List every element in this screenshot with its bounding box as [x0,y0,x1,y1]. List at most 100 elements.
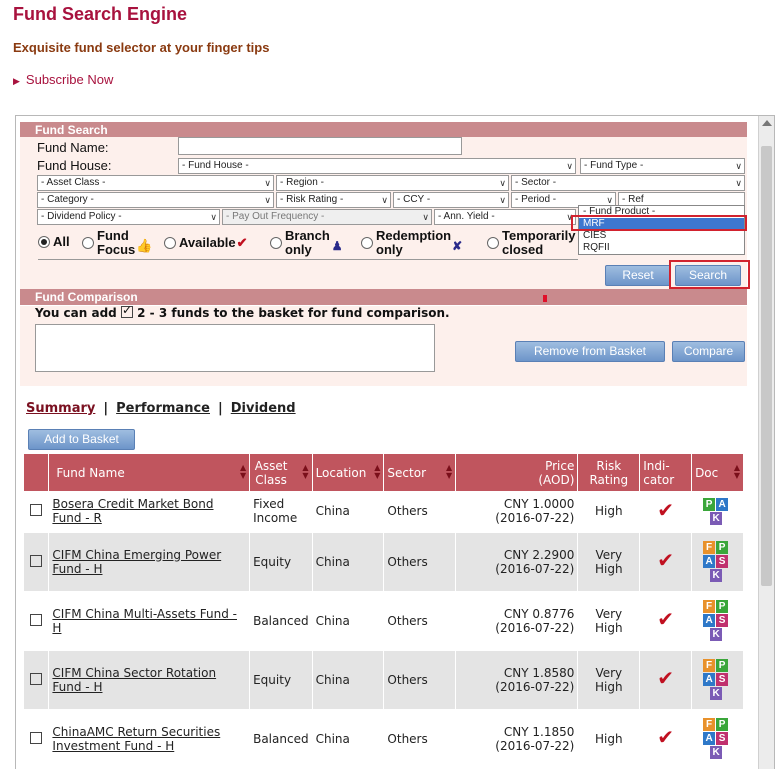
doc-p-icon[interactable]: P [716,541,729,554]
sector-cell: Others [383,491,457,533]
doc-f-icon[interactable]: F [703,600,716,613]
radio-branch-only[interactable]: Branch only ♟ [270,229,343,257]
doc-k-icon[interactable]: K [710,511,723,525]
row-checkbox[interactable] [30,554,43,567]
sector-cell: Others [383,709,457,769]
radio-all[interactable]: All [38,235,70,249]
doc-f-icon[interactable]: F [703,541,716,554]
doc-p-icon[interactable]: P [716,659,729,672]
doc-k-icon[interactable]: K [710,569,723,582]
table-row[interactable]: CIFM China Sector Rotation Fund - H Equit… [24,650,744,710]
radio-button[interactable] [164,237,176,249]
page-title: Fund Search Engine [13,4,188,24]
ann-yield-select[interactable]: - Ann. Yield - ∨ [434,209,576,225]
row-checkbox[interactable] [30,613,43,626]
sector-header[interactable]: Sector ▲ ▼ [383,454,457,491]
doc-a-icon[interactable]: A [703,732,716,745]
fund-name-link[interactable]: Bosera Credit Market Bond Fund - R [52,497,213,525]
doc-s-icon[interactable]: S [716,673,729,686]
marker [543,295,547,302]
radio-button[interactable] [38,236,50,248]
table-row[interactable]: ChinaAMC Return Securities Investment Fu… [24,709,744,769]
location-header[interactable]: Location ▲ ▼ [312,454,385,491]
doc-a-icon[interactable]: A [703,614,716,627]
doc-s-icon[interactable]: S [716,732,729,745]
row-checkbox[interactable] [30,731,43,744]
fund-name-link[interactable]: CIFM China Multi-Assets Fund - H [52,607,237,635]
indicator-cell: ✔ [639,591,693,651]
scrollbar-thumb[interactable] [761,146,772,586]
doc-a-icon[interactable]: A [716,497,729,511]
radio-redemption-only[interactable]: Redemption only ✘ [361,229,462,257]
doc-s-icon[interactable]: S [716,555,729,568]
doc-s-icon[interactable]: S [716,614,729,627]
compare-button[interactable]: Compare [672,341,745,362]
asset-class-select[interactable]: - Asset Class - ∨ [37,175,274,191]
table-row[interactable]: CIFM China Multi-Assets Fund - H Balanced… [24,591,744,651]
ccy-select[interactable]: - CCY - ∨ [393,192,509,208]
row-checkbox-cell [24,491,50,533]
fund-name-input[interactable] [178,137,462,155]
add-to-basket-button[interactable]: Add to Basket [28,429,135,450]
doc-a-icon[interactable]: A [703,555,716,568]
asset-class-header[interactable]: Asset Class ▲ ▼ [249,454,313,491]
fund-name-link[interactable]: CIFM China Sector Rotation Fund - H [52,666,216,694]
doc-p-icon[interactable]: P [716,718,729,731]
sector-select[interactable]: - Sector - ∨ [511,175,745,191]
radio-button[interactable] [270,237,282,249]
payout-frequency-select[interactable]: - Pay Out Frequency - ∨ [222,209,432,225]
dropdown-option[interactable]: RQFII [579,242,744,254]
chevron-down-icon: ∨ [264,178,271,188]
doc-p-icon[interactable]: P [716,600,729,613]
fund-table: Fund Name ▲ ▼ Asset Class ▲ ▼ Location ▲ ▼ Sec… [24,454,744,769]
row-checkbox-cell [24,650,50,710]
dropdown-option[interactable]: CIES [579,230,744,242]
doc-f-icon[interactable]: F [703,718,716,731]
radio-button[interactable] [361,237,373,249]
comparison-basket[interactable] [35,324,435,372]
doc-k-icon[interactable]: K [710,746,723,759]
indicator-cell: ✔ [639,491,693,533]
price-cell: CNY 1.1850 (2016-07-22) [455,709,579,769]
table-row[interactable]: Bosera Credit Market Bond Fund - R Fixed … [24,491,744,533]
category-select[interactable]: - Category - ∨ [37,192,274,208]
row-checkbox[interactable] [30,504,43,517]
price-cell: CNY 1.0000 (2016-07-22) [455,491,579,533]
fund-name-link[interactable]: CIFM China Emerging Power Fund - H [52,548,221,576]
tab-dividend[interactable]: Dividend [231,401,296,416]
risk-rating-select[interactable]: - Risk Rating - ∨ [276,192,391,208]
remove-from-basket-button[interactable]: Remove from Basket [515,341,665,362]
doc-a-icon[interactable]: A [703,673,716,686]
doc-f-icon[interactable]: F [703,659,716,672]
region-select[interactable]: - Region - ∨ [276,175,509,191]
dividend-policy-select[interactable]: - Dividend Policy - ∨ [37,209,220,225]
checkmark-icon: ✔ [657,548,675,572]
radio-temporarily-closed[interactable]: Temporarily closed [487,229,575,257]
table-row[interactable]: CIFM China Emerging Power Fund - H Equity… [24,532,744,592]
scrollbar[interactable] [758,116,774,769]
doc-p-icon[interactable]: P [703,497,716,511]
tab-performance[interactable]: Performance [116,401,210,416]
fund-name-header[interactable]: Fund Name ▲ ▼ [48,454,251,491]
fund-house-select[interactable]: - Fund House - ∨ [178,158,576,174]
asset-class-cell: Balanced [249,591,313,651]
reset-button[interactable]: Reset [605,265,671,286]
scroll-up-icon[interactable] [762,120,772,126]
risk-rating-cell: Very High [577,532,641,592]
radio-available[interactable]: Available ✔ [164,235,248,251]
indicator-cell: ✔ [639,532,693,592]
doc-header[interactable]: Doc ▲ ▼ [691,454,744,491]
row-checkbox-cell [24,532,50,592]
doc-k-icon[interactable]: K [710,687,723,700]
subscribe-link[interactable]: ▶ Subscribe Now [13,72,113,87]
fund-type-select[interactable]: - Fund Type - ∨ [580,158,745,174]
tab-summary[interactable]: Summary [26,401,95,416]
radio-button[interactable] [82,237,94,249]
fund-name-link[interactable]: ChinaAMC Return Securities Investment Fu… [52,725,220,753]
row-checkbox[interactable] [30,672,43,685]
radio-button[interactable] [487,237,499,249]
radio-fund-focus[interactable]: Fund Focus 👍 [82,229,152,257]
checkbox-icon [120,303,133,318]
doc-k-icon[interactable]: K [710,628,723,641]
fund-search-heading: Fund Search [20,122,747,138]
